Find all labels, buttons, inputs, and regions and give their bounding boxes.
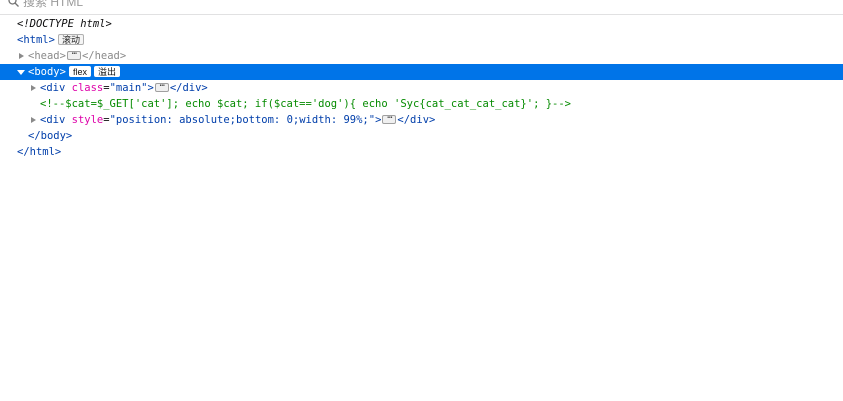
search-bar (0, 0, 843, 15)
div-style-node[interactable]: <div style="position: absolute;bottom: 0… (0, 112, 843, 128)
body-close-tag: </body> (28, 130, 73, 142)
body-close-node[interactable]: </body> (0, 128, 843, 144)
flex-badge[interactable]: flex (68, 65, 91, 77)
html-close-tag: </html> (17, 146, 62, 158)
div-style-collapsed-ellipsis[interactable]: ⋯ (382, 113, 397, 124)
div-style-open-tag: <div (40, 114, 66, 126)
expand-div-main-icon[interactable] (31, 84, 36, 91)
doctype-node[interactable]: <!DOCTYPE html> (0, 16, 843, 32)
head-close-tag: </head> (81, 50, 127, 62)
comment-node[interactable]: <!--$cat=$_GET['cat']; echo $cat; if($ca… (0, 96, 843, 112)
div-main-node[interactable]: <div class="main"> ⋯ </div> (0, 80, 843, 96)
body-open-tag: <body> (28, 66, 66, 78)
div-main-open-tag: <div (40, 82, 66, 94)
div-main-close-tag: </div> (169, 82, 208, 94)
html-node[interactable]: <html> 滚动 (0, 32, 843, 48)
div-main-collapsed-ellipsis[interactable]: ⋯ (154, 81, 169, 92)
div-main-bracket: > (147, 82, 154, 94)
div-main-attr-name: class (71, 82, 104, 94)
head-node[interactable]: <head> ⋯ </head> (0, 48, 843, 64)
expand-div-style-icon[interactable] (31, 116, 36, 123)
html-open-tag: <html> (17, 34, 55, 46)
div-style-close-tag: </div> (397, 114, 436, 126)
search-input[interactable] (23, 0, 423, 10)
div-style-attr-value: "position: absolute;bottom: 0;width: 99%… (109, 114, 376, 126)
div-style-bracket: > (375, 114, 382, 126)
html-close-node[interactable]: </html> (0, 144, 843, 160)
body-node[interactable]: <body> flex 溢出 (0, 64, 843, 80)
search-icon (8, 0, 19, 7)
scroll-badge[interactable]: 滚动 (57, 33, 84, 45)
doctype-text: <!DOCTYPE html> (17, 18, 112, 30)
markup-tree: <!DOCTYPE html> <html> 滚动 <head> ⋯ </head> … (0, 15, 843, 159)
overflow-badge[interactable]: 溢出 (93, 65, 120, 77)
comment-text: <!--$cat=$_GET['cat']; echo $cat; if($ca… (40, 98, 572, 110)
head-collapsed-ellipsis[interactable]: ⋯ (66, 49, 81, 60)
expand-head-icon[interactable] (19, 52, 24, 59)
div-style-attr-name: style (71, 114, 104, 126)
head-open-tag: <head> (28, 50, 66, 62)
div-main-attr-value: "main" (109, 82, 148, 94)
collapse-body-icon[interactable] (17, 70, 25, 75)
